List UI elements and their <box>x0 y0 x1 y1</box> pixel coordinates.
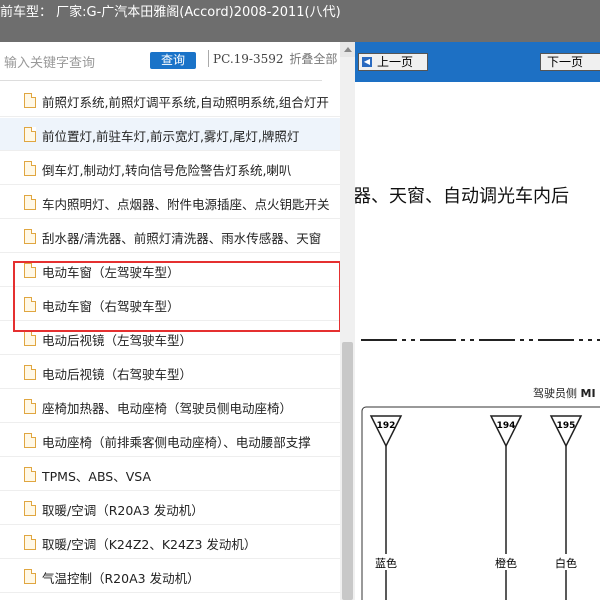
scroll-up-arrow-icon[interactable] <box>340 42 355 57</box>
search-input[interactable] <box>2 52 146 74</box>
connector-2: 195 白色 <box>549 415 583 600</box>
list-item[interactable]: 气温控制（R20A3 发动机） <box>0 560 340 593</box>
document-icon <box>24 399 36 414</box>
search-bar: 查询 PC.19-3592 折叠全部 <box>0 42 355 81</box>
search-divider <box>0 80 322 81</box>
scroll-thumb[interactable] <box>342 342 353 600</box>
list-item-label: 倒车灯,制动灯,转向信号危险警告灯系统,喇叭 <box>42 163 292 178</box>
list-item-label: 座椅加热器、电动座椅（驾驶员侧电动座椅） <box>42 401 293 416</box>
document-icon <box>24 501 36 516</box>
diagram-heading: 器、天窗、自动调光车内后 <box>355 186 569 207</box>
wire-color-label: 白色 <box>555 556 577 570</box>
list-item-label: 前位置灯,前驻车灯,前示宽灯,雾灯,尾灯,牌照灯 <box>42 129 300 144</box>
wire-color-label: 蓝色 <box>375 556 397 570</box>
list-item-label: TPMS、ABS、VSA <box>42 469 152 484</box>
list-item-label: 电动座椅（前排乘客侧电动座椅）、电动腰部支撑 <box>42 435 311 450</box>
connector-0: 192 蓝色 <box>369 415 403 600</box>
connector-id: 192 <box>377 421 396 431</box>
list-item[interactable]: TPMS、ABS、VSA <box>0 458 340 491</box>
annotation-box <box>13 261 341 332</box>
document-icon <box>24 93 36 108</box>
document-icon <box>24 365 36 380</box>
list-item[interactable]: 前位置灯,前驻车灯,前示宽灯,雾灯,尾灯,牌照灯 <box>0 118 340 151</box>
pc-code: PC.19-3592 <box>213 52 284 66</box>
list-item[interactable]: 取暖/空调（K24Z2、K24Z3 发动机） <box>0 526 340 559</box>
list-item[interactable]: 取暖/空调（R20A3 发动机） <box>0 492 340 525</box>
next-page-label: 下一页 <box>547 55 584 69</box>
connector-id: 194 <box>497 421 516 431</box>
list-item[interactable]: 电动座椅（前排乘客侧电动座椅）、电动腰部支撑 <box>0 424 340 457</box>
list-item[interactable]: 座椅加热器、电动座椅（驾驶员侧电动座椅） <box>0 390 340 423</box>
list-item-label: 前照灯系统,前照灯调平系统,自动照明系统,组合灯开 <box>42 95 329 110</box>
document-icon <box>24 569 36 584</box>
list-scrollbar[interactable] <box>340 42 355 600</box>
list-item[interactable]: 车内照明灯、点烟器、附件电源插座、点火钥匙开关 <box>0 186 340 219</box>
document-icon <box>24 127 36 142</box>
prev-page-button[interactable]: ◀ 上一页 <box>358 53 428 71</box>
list-item-label: 电动后视镜（左驾驶车型） <box>42 333 193 348</box>
left-arrow-icon: ◀ <box>362 57 372 67</box>
list-item-label: 电动后视镜（右驾驶车型） <box>42 367 193 382</box>
list-item-label: 刮水器/清洗器、前照灯清洗器、雨水传感器、天窗 <box>42 231 322 246</box>
window-title: 前车型： 厂家:G-广汽本田雅阁(Accord)2008-2011(八代) <box>0 5 341 20</box>
document-icon <box>24 161 36 176</box>
list-item-label: 取暖/空调（K24Z2、K24Z3 发动机） <box>42 537 257 552</box>
document-icon <box>24 229 36 244</box>
list-item-label: 气温控制（R20A3 发动机） <box>42 571 200 586</box>
next-page-button[interactable]: 下一页 <box>540 53 600 71</box>
list-item-label: 取暖/空调（R20A3 发动机） <box>42 503 204 518</box>
list-item[interactable]: 倒车灯,制动灯,转向信号危险警告灯系统,喇叭 <box>0 152 340 185</box>
driver-side-code: MI <box>580 387 596 400</box>
document-icon <box>24 467 36 482</box>
pc-info: PC.19-3592 折叠全部 <box>208 50 337 67</box>
connector-id: 195 <box>557 421 576 431</box>
document-icon <box>24 331 36 346</box>
document-viewer: ◀ 上一页 下一页 器、天窗、自动调光车内后 驾驶员侧 MI 192 蓝色 194 橙… <box>355 42 600 600</box>
driver-side-label: 驾驶员侧 MI <box>533 385 596 401</box>
connector-1: 194 橙色 <box>489 415 523 600</box>
viewer-toolbar: ◀ 上一页 下一页 <box>355 42 600 82</box>
wire-color-label: 橙色 <box>495 556 517 570</box>
left-panel: 查询 PC.19-3592 折叠全部 前照灯系统,前照灯调平系统,自动照明系统,… <box>0 42 355 600</box>
query-button[interactable]: 查询 <box>150 52 196 69</box>
fold-all-link[interactable]: 折叠全部 <box>289 52 337 66</box>
window-title-bar: 前车型： 厂家:G-广汽本田雅阁(Accord)2008-2011(八代) <box>0 0 600 42</box>
document-icon <box>24 535 36 550</box>
wiring-diagram: 192 蓝色 194 橙色 195 白色 <box>361 406 600 600</box>
list-item[interactable]: 电动后视镜（右驾驶车型） <box>0 356 340 389</box>
prev-page-label: 上一页 <box>377 55 414 69</box>
dash-dot-divider <box>361 339 600 341</box>
driver-side-text: 驾驶员侧 <box>533 387 577 400</box>
document-icon <box>24 195 36 210</box>
document-icon <box>24 433 36 448</box>
list-item[interactable]: 前照灯系统,前照灯调平系统,自动照明系统,组合灯开 <box>0 84 340 117</box>
list-item-label: 车内照明灯、点烟器、附件电源插座、点火钥匙开关 <box>42 197 330 212</box>
list-item[interactable]: 刮水器/清洗器、前照灯清洗器、雨水传感器、天窗 <box>0 220 340 253</box>
